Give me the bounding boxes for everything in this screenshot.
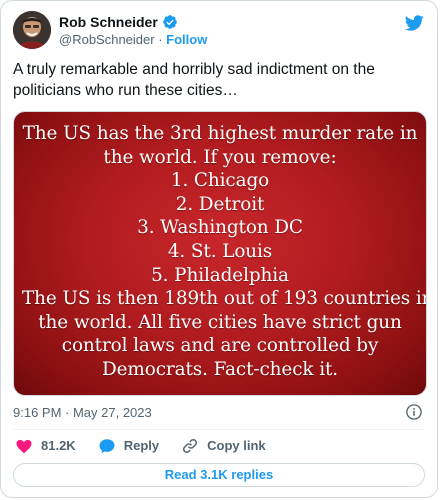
tweet-text: A truly remarkable and horribly sad indi…: [13, 61, 375, 99]
copy-link-label: Copy link: [207, 438, 266, 453]
media-line: The US is then 189th out of 193 countrie…: [22, 288, 427, 310]
author-handle[interactable]: @RobSchneider: [59, 32, 155, 47]
reply-button[interactable]: Reply: [98, 437, 159, 455]
media-line: The US has the 3rd highest murder rate i…: [22, 123, 418, 144]
media-line: 2. Detroit: [175, 193, 265, 215]
link-icon: [181, 437, 199, 455]
tweet-media-image[interactable]: The US has the 3rd highest murder rate i…: [13, 111, 427, 396]
media-text: The US has the 3rd highest murder rate i…: [22, 122, 427, 382]
handle-separator: ·: [154, 32, 167, 47]
follow-button[interactable]: Follow: [166, 32, 207, 47]
media-line: 1. Chicago: [170, 170, 270, 192]
media-line: 3. Washington DC: [137, 217, 303, 239]
media-line: 4. St. Louis: [167, 240, 273, 262]
avatar[interactable]: [13, 11, 51, 49]
copy-link-button[interactable]: Copy link: [181, 437, 266, 455]
twitter-bird-icon[interactable]: [403, 13, 425, 33]
tweet-timestamp[interactable]: 9:16 PM · May 27, 2023: [13, 405, 152, 421]
media-line: Democrats. Fact-check it.: [101, 358, 339, 380]
reply-label: Reply: [123, 438, 160, 453]
reply-bubble-icon: [98, 437, 116, 455]
author-name[interactable]: Rob Schneider: [59, 13, 158, 31]
author-info: Rob Schneider @RobSchneider · Follow: [59, 13, 207, 49]
like-count: 81.2K: [41, 438, 76, 453]
tweet-card: Rob Schneider @RobSchneider · Follow A t…: [0, 0, 438, 498]
media-line: the world. All five cities have strict g…: [38, 311, 402, 333]
like-button[interactable]: 81.2K: [15, 437, 76, 455]
media-line: the world. If you remove:: [103, 146, 337, 168]
info-icon[interactable]: [405, 403, 423, 421]
divider: [13, 429, 425, 430]
heart-icon: [15, 437, 33, 455]
media-line: control laws and are controlled by: [61, 335, 379, 357]
tweet-actions: 81.2K Reply Copy link: [15, 437, 266, 455]
verified-badge-icon: [162, 14, 178, 30]
media-line: 5. Philadelphia: [151, 264, 289, 286]
read-replies-button[interactable]: Read 3.1K replies: [13, 463, 425, 487]
tweet-header: Rob Schneider @RobSchneider · Follow: [13, 11, 425, 51]
